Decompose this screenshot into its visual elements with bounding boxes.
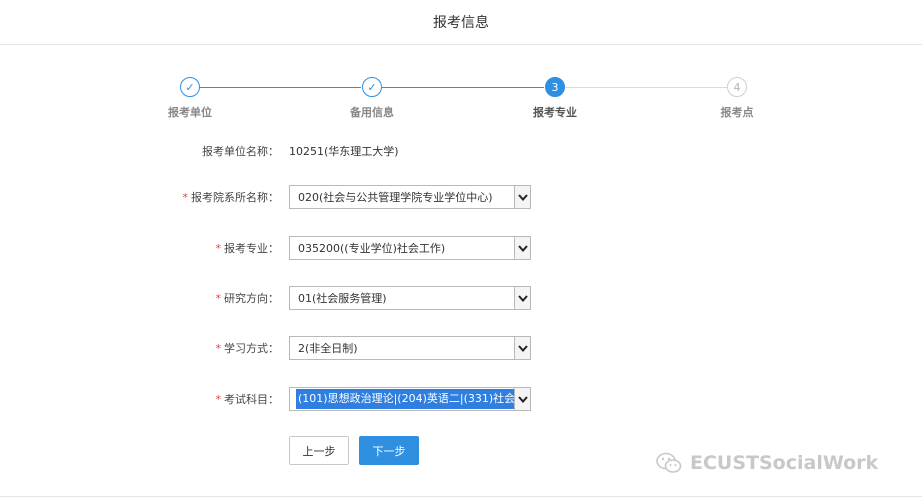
subjects-select-value: (101)思想政治理论|(204)英语二|(331)社会工 xyxy=(296,389,514,409)
required-marker: * xyxy=(215,242,222,255)
subjects-row: * 考试科目： (101)思想政治理论|(204)英语二|(331)社会工 xyxy=(0,387,922,413)
department-select[interactable]: 020(社会与公共管理学院专业学位中心) xyxy=(289,185,531,209)
prev-step-button[interactable]: 上一步 xyxy=(289,436,349,465)
step-label: 报考点 xyxy=(720,106,754,119)
major-label: * 报考专业： xyxy=(216,236,280,262)
chevron-down-icon[interactable] xyxy=(514,337,530,359)
direction-label: * 研究方向： xyxy=(216,286,280,312)
direction-label-text: 研究方向： xyxy=(224,292,279,305)
subjects-label: * 考试科目： xyxy=(216,387,280,413)
step-unit: ✓ 报考单位 xyxy=(130,76,250,120)
major-select[interactable]: 035200((专业学位)社会工作) xyxy=(289,236,531,260)
unit-row: 报考单位名称： 10251(华东理工大学) xyxy=(0,139,922,165)
unit-label: 报考单位名称： xyxy=(202,145,279,158)
step-number: 3 xyxy=(545,77,565,97)
page-header: 报考信息 xyxy=(0,0,922,45)
wechat-icon xyxy=(656,452,682,473)
step-backup-info: ✓ 备用信息 xyxy=(312,76,432,120)
required-marker: * xyxy=(215,342,222,355)
required-marker: * xyxy=(215,292,222,305)
step-label: 报考单位 xyxy=(168,106,212,119)
study-mode-label: * 学习方式： xyxy=(216,336,280,362)
required-marker: * xyxy=(215,393,222,406)
major-row: * 报考专业： 035200((专业学位)社会工作) xyxy=(0,236,922,262)
major-label-text: 报考专业： xyxy=(224,242,279,255)
chevron-down-icon[interactable] xyxy=(514,388,530,410)
direction-select[interactable]: 01(社会服务管理) xyxy=(289,286,531,310)
next-step-button[interactable]: 下一步 xyxy=(359,436,419,465)
chevron-down-icon[interactable] xyxy=(514,186,530,208)
department-label-text: 报考院系所名称： xyxy=(191,191,279,204)
check-icon: ✓ xyxy=(180,77,200,97)
study-mode-label-text: 学习方式： xyxy=(224,342,279,355)
watermark-text: ECUSTSocialWork xyxy=(690,452,879,474)
department-row: * 报考院系所名称： 020(社会与公共管理学院专业学位中心) xyxy=(0,185,922,211)
unit-value: 10251(华东理工大学) xyxy=(289,145,399,158)
direction-row: * 研究方向： 01(社会服务管理) xyxy=(0,286,922,312)
step-exam-site: 4 报考点 xyxy=(677,76,797,120)
major-select-value: 035200((专业学位)社会工作) xyxy=(298,242,446,255)
step-major: 3 报考专业 xyxy=(495,76,615,120)
footer-divider xyxy=(0,496,922,497)
watermark: ECUSTSocialWork xyxy=(656,448,878,478)
subjects-label-text: 考试科目： xyxy=(224,393,279,406)
chevron-down-icon[interactable] xyxy=(514,237,530,259)
required-marker: * xyxy=(182,191,189,204)
study-mode-row: * 学习方式： 2(非全日制) xyxy=(0,336,922,362)
department-select-value: 020(社会与公共管理学院专业学位中心) xyxy=(298,191,493,204)
study-mode-select-value: 2(非全日制) xyxy=(298,342,358,355)
page-title: 报考信息 xyxy=(433,15,489,31)
step-label: 备用信息 xyxy=(350,106,394,119)
chevron-down-icon[interactable] xyxy=(514,287,530,309)
subjects-select[interactable]: (101)思想政治理论|(204)英语二|(331)社会工 xyxy=(289,387,531,411)
department-label: * 报考院系所名称： xyxy=(183,185,280,211)
study-mode-select[interactable]: 2(非全日制) xyxy=(289,336,531,360)
check-icon: ✓ xyxy=(362,77,382,97)
step-label: 报考专业 xyxy=(533,106,577,119)
step-number: 4 xyxy=(727,77,747,97)
progress-stepper: ✓ 报考单位 ✓ 备用信息 3 报考专业 4 报考点 xyxy=(0,76,922,126)
direction-select-value: 01(社会服务管理) xyxy=(298,292,387,305)
